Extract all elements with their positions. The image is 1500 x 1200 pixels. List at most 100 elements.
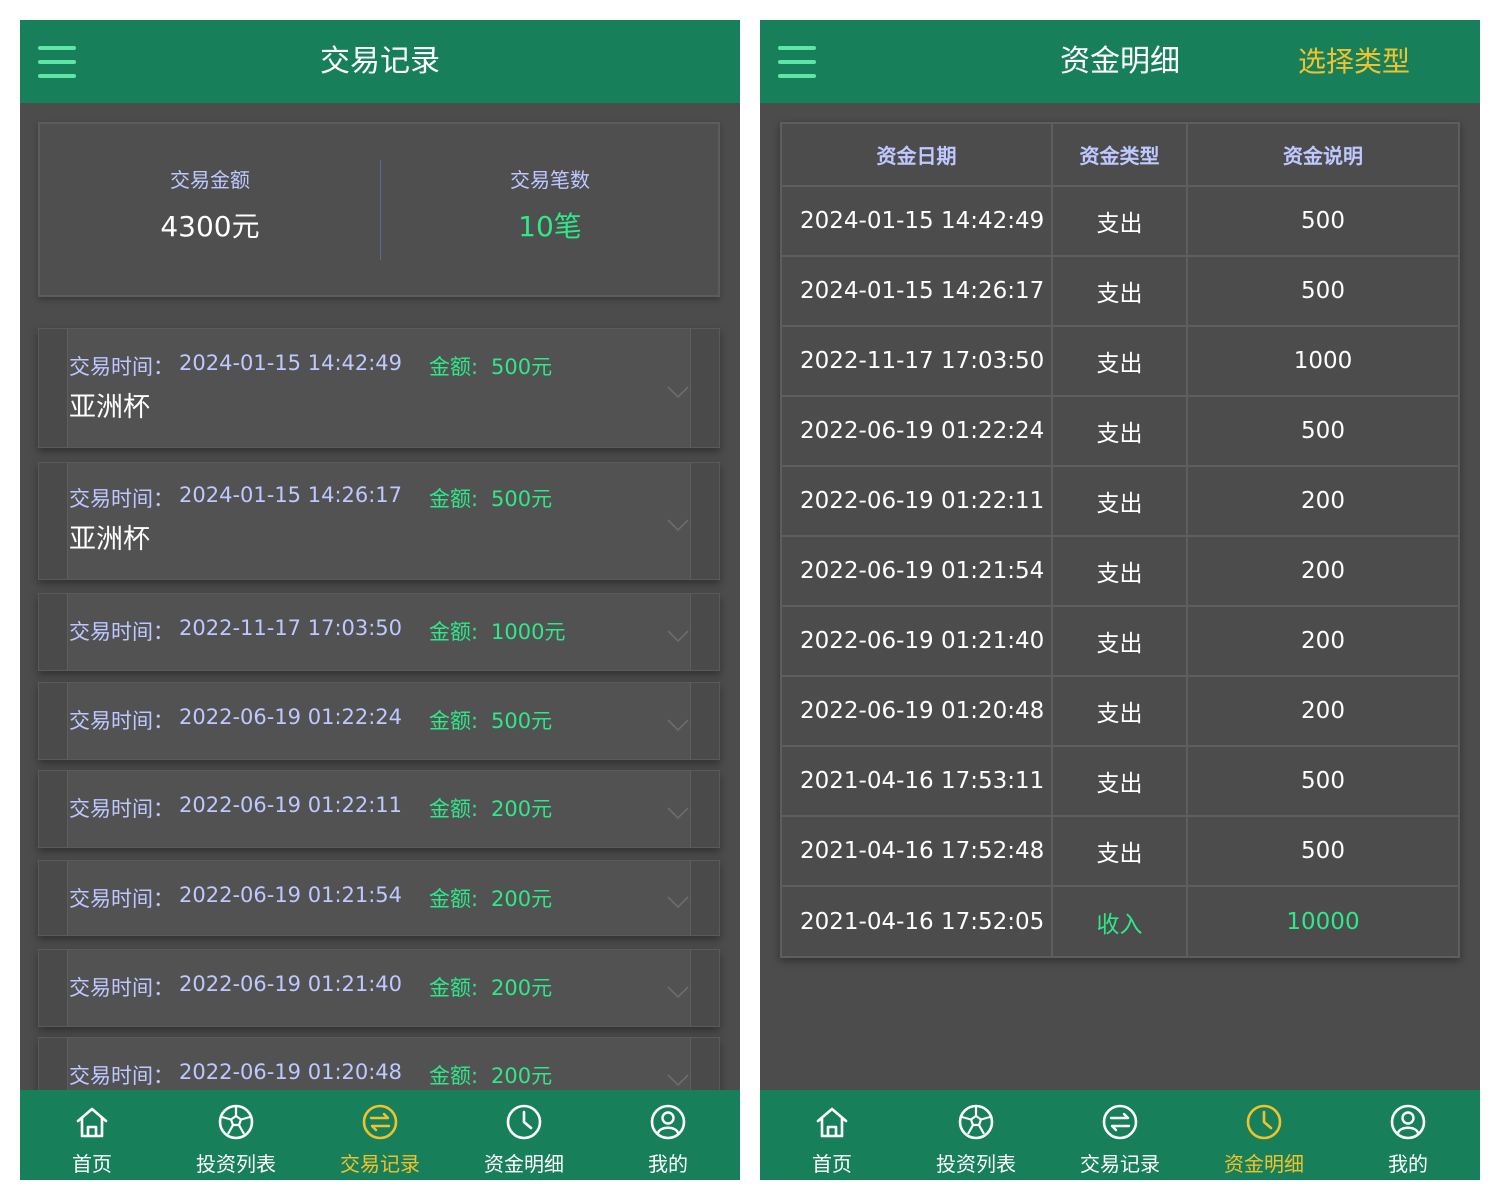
fund-date-cell: 2024-01-15 14:26:17 xyxy=(782,256,1053,327)
top-header: 资金明细 选择类型 xyxy=(760,20,1480,103)
record-amount-label: 金额: xyxy=(429,1064,479,1088)
fund-amount-cell: 500 xyxy=(1187,186,1458,257)
table-row: 2022-11-17 17:03:50 支出 1000 xyxy=(782,326,1458,397)
fund-type-cell: 支出 xyxy=(1052,816,1188,887)
table-row: 2022-06-19 01:22:11 支出 200 xyxy=(782,466,1458,537)
fund-amount-cell: 500 xyxy=(1187,396,1458,467)
record-time: 2022-06-19 01:21:40 xyxy=(179,972,403,996)
record-amount: 500元 xyxy=(491,355,553,379)
chevron-down-icon[interactable] xyxy=(667,895,689,909)
record-name: 亚洲杯 xyxy=(69,524,150,555)
fund-amount-cell: 500 xyxy=(1187,256,1458,327)
table-row: 2022-06-19 01:21:40 支出 200 xyxy=(782,606,1458,677)
fund-date-cell: 2022-06-19 01:22:11 xyxy=(782,466,1053,537)
record-item[interactable]: 交易时间： 2022-11-17 17:03:50 金额: 1000元 xyxy=(38,593,720,671)
record-time: 2022-11-17 17:03:50 xyxy=(179,616,403,640)
fund-amount-cell: 500 xyxy=(1187,746,1458,817)
record-amount-label: 金额: xyxy=(429,355,479,379)
fund-amount-cell: 1000 xyxy=(1187,326,1458,397)
record-time-label: 交易时间： xyxy=(69,487,174,511)
nav-item[interactable]: 投资列表 xyxy=(164,1090,308,1180)
record-time: 2024-01-15 14:42:49 xyxy=(179,351,403,375)
nav-label: 首页 xyxy=(72,1152,112,1176)
record-time-label: 交易时间： xyxy=(69,1064,174,1088)
total-amount-value: 4300元 xyxy=(160,210,260,243)
record-time-label: 交易时间： xyxy=(69,355,174,379)
user-icon xyxy=(1390,1104,1426,1140)
record-time-label: 交易时间： xyxy=(69,887,174,911)
record-time: 2022-06-19 01:22:11 xyxy=(179,793,403,817)
chevron-down-icon[interactable] xyxy=(667,629,689,643)
nav-label: 我的 xyxy=(648,1152,688,1176)
user-icon xyxy=(650,1104,686,1140)
nav-item[interactable]: 交易记录 xyxy=(308,1090,452,1180)
nav-label: 投资列表 xyxy=(196,1152,276,1176)
table-header-row: 资金日期 资金类型 资金说明 xyxy=(782,124,1458,187)
chevron-down-icon[interactable] xyxy=(667,806,689,820)
soccer-ball-icon xyxy=(958,1104,994,1140)
record-item[interactable]: 交易时间： 2022-06-19 01:22:11 金额: 200元 xyxy=(38,770,720,848)
record-item[interactable]: 交易时间： 2024-01-15 14:42:49 金额: 500元 亚洲杯 xyxy=(38,328,720,448)
fund-amount-cell: 500 xyxy=(1187,816,1458,887)
fund-type-cell: 收入 xyxy=(1052,886,1188,956)
record-amount-label: 金额: xyxy=(429,887,479,911)
record-time: 2022-06-19 01:21:54 xyxy=(179,883,403,907)
record-item-body xyxy=(67,329,691,447)
nav-item[interactable]: 资金明细 xyxy=(1192,1090,1336,1180)
fund-date-cell: 2022-06-19 01:21:40 xyxy=(782,606,1053,677)
table-row: 2021-04-16 17:52:48 支出 500 xyxy=(782,816,1458,887)
fund-amount-cell: 200 xyxy=(1187,606,1458,677)
fund-type-cell: 支出 xyxy=(1052,676,1188,747)
exchange-icon xyxy=(362,1104,398,1140)
nav-item[interactable]: 我的 xyxy=(1336,1090,1480,1180)
nav-item[interactable]: 投资列表 xyxy=(904,1090,1048,1180)
fund-date-cell: 2022-06-19 01:20:48 xyxy=(782,676,1053,747)
table-row: 2021-04-16 17:52:05 收入 10000 xyxy=(782,886,1458,956)
fund-details-screen: 资金明细 选择类型 资金日期 资金类型 资金说明 2024-01-15 14:4… xyxy=(760,20,1480,1180)
nav-item[interactable]: 资金明细 xyxy=(452,1090,596,1180)
top-header: 交易记录 xyxy=(20,20,740,103)
record-time-label: 交易时间： xyxy=(69,709,174,733)
fund-date-cell: 2022-06-19 01:22:24 xyxy=(782,396,1053,467)
nav-label: 首页 xyxy=(812,1152,852,1176)
fund-amount-cell: 200 xyxy=(1187,466,1458,537)
nav-label: 我的 xyxy=(1388,1152,1428,1176)
fund-type-cell: 支出 xyxy=(1052,746,1188,817)
select-type-button[interactable]: 选择类型 xyxy=(1298,20,1410,103)
record-amount-label: 金额: xyxy=(429,976,479,1000)
record-amount: 200元 xyxy=(491,887,553,911)
fund-type-cell: 支出 xyxy=(1052,186,1188,257)
record-item[interactable]: 交易时间： 2022-06-19 01:21:40 金额: 200元 xyxy=(38,949,720,1027)
record-time-label: 交易时间： xyxy=(69,976,174,1000)
clock-icon xyxy=(506,1104,542,1140)
record-item[interactable]: 交易时间： 2022-06-19 01:21:54 金额: 200元 xyxy=(38,860,720,936)
page-title: 交易记录 xyxy=(320,44,440,79)
table-row: 2024-01-15 14:42:49 支出 500 xyxy=(782,186,1458,257)
nav-label: 投资列表 xyxy=(936,1152,1016,1176)
home-icon xyxy=(816,1107,848,1138)
chevron-down-icon[interactable] xyxy=(667,385,689,399)
chevron-down-icon[interactable] xyxy=(667,1073,689,1087)
bottom-nav: 首页 投资列表 交易记录 资金明细 我的 xyxy=(20,1090,740,1180)
column-header-type: 资金类型 xyxy=(1052,124,1188,187)
nav-item[interactable]: 首页 xyxy=(760,1090,904,1180)
record-time: 2022-06-19 01:20:48 xyxy=(179,1060,403,1084)
record-amount: 200元 xyxy=(491,797,553,821)
fund-amount-cell: 10000 xyxy=(1286,908,1360,935)
record-amount: 1000元 xyxy=(491,620,566,644)
chevron-down-icon[interactable] xyxy=(667,718,689,732)
record-amount-label: 金额: xyxy=(429,797,479,821)
fund-type-cell: 支出 xyxy=(1052,606,1188,677)
nav-item[interactable]: 我的 xyxy=(596,1090,740,1180)
fund-date-cell: 2021-04-16 17:53:11 xyxy=(782,746,1053,817)
record-amount: 500元 xyxy=(491,487,553,511)
column-header-description: 资金说明 xyxy=(1187,124,1458,187)
nav-item[interactable]: 首页 xyxy=(20,1090,164,1180)
chevron-down-icon[interactable] xyxy=(667,518,689,532)
record-item[interactable]: 交易时间： 2024-01-15 14:26:17 金额: 500元 亚洲杯 xyxy=(38,462,720,580)
record-amount: 200元 xyxy=(491,976,553,1000)
nav-item[interactable]: 交易记录 xyxy=(1048,1090,1192,1180)
chevron-down-icon[interactable] xyxy=(667,985,689,999)
record-item[interactable]: 交易时间： 2022-06-19 01:22:24 金额: 500元 xyxy=(38,682,720,760)
soccer-ball-icon xyxy=(218,1104,254,1140)
